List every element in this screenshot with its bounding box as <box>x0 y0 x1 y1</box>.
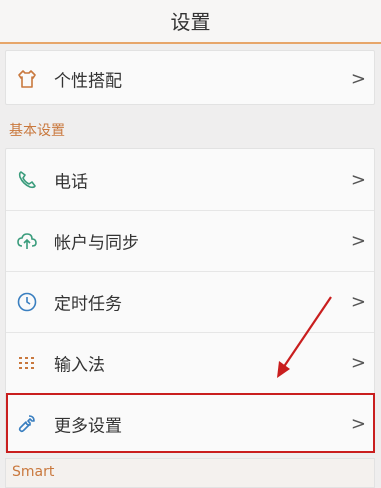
menu-item-label: 输入法 <box>54 355 105 376</box>
menu-item-label: 帐户与同步 <box>54 233 139 254</box>
menu-item-phone[interactable]: 电话 > <box>6 149 374 210</box>
chevron-right-icon: > <box>350 291 366 313</box>
highlight-box <box>6 393 375 453</box>
chevron-right-icon: > <box>350 230 366 252</box>
section-header-basic: 基本设置 <box>9 123 65 139</box>
page-title: 设置 <box>170 10 211 34</box>
menu-item-label: 个性搭配 <box>54 71 122 91</box>
cloud-sync-icon <box>17 233 37 249</box>
clock-icon <box>17 292 37 312</box>
title-bar: 设置 <box>0 0 381 44</box>
menu-item-personalization[interactable]: 个性搭配 > <box>6 51 374 106</box>
menu-item-input-method[interactable]: 输入法 > <box>6 333 374 393</box>
menu-item-label: 电话 <box>54 172 88 192</box>
menu-item-label: 定时任务 <box>54 294 122 315</box>
menu-item-account-sync[interactable]: 帐户与同步 > <box>6 211 374 271</box>
phone-icon <box>18 170 36 188</box>
chevron-right-icon: > <box>350 352 366 374</box>
personalization-card: 个性搭配 > <box>5 50 375 105</box>
menu-item-scheduled-tasks[interactable]: 定时任务 > <box>6 272 374 332</box>
chevron-right-icon: > <box>350 169 366 190</box>
chevron-right-icon: > <box>350 68 366 89</box>
shirt-icon <box>18 69 36 88</box>
keypad-icon <box>19 357 34 369</box>
